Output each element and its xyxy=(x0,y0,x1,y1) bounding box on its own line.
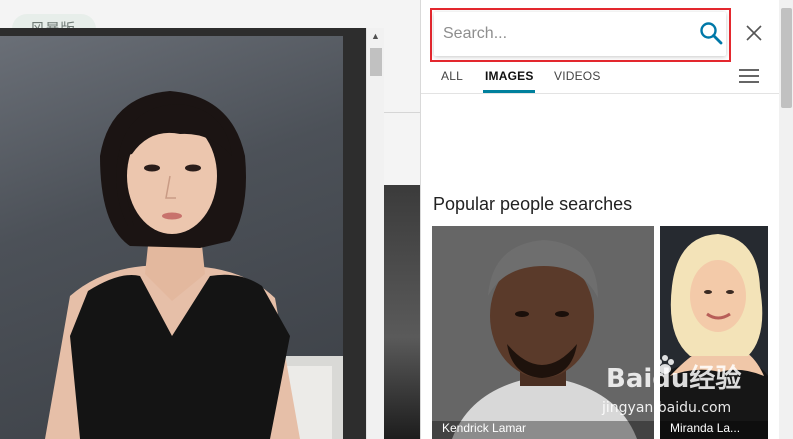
hamburger-menu-icon[interactable] xyxy=(739,69,761,85)
image-viewer xyxy=(0,28,366,439)
search-input[interactable] xyxy=(434,12,684,56)
search-icon[interactable] xyxy=(698,20,724,46)
viewer-scroll-thumb[interactable] xyxy=(370,48,382,76)
tab-bar: ALL IMAGES VIDEOS xyxy=(421,62,781,94)
person-name: Miranda La... xyxy=(670,421,741,435)
panel-scrollbar[interactable] xyxy=(779,0,793,439)
active-tab-indicator xyxy=(483,90,535,93)
background-image xyxy=(380,185,420,439)
tab-images[interactable]: IMAGES xyxy=(485,69,534,83)
tab-all[interactable]: ALL xyxy=(441,69,463,83)
panel-scroll-thumb[interactable] xyxy=(781,8,792,108)
scroll-up-arrow-icon[interactable]: ▲ xyxy=(367,28,384,45)
portrait-photo[interactable] xyxy=(0,36,343,439)
person-card[interactable]: Kendrick Lamar xyxy=(432,226,654,439)
search-panel: ALL IMAGES VIDEOS Popular people searche… xyxy=(420,0,793,439)
person-card[interactable]: Miranda La... xyxy=(660,226,768,439)
tab-videos[interactable]: VIDEOS xyxy=(554,69,601,83)
search-box xyxy=(434,12,726,56)
section-title: Popular people searches xyxy=(433,194,633,214)
person-name: Kendrick Lamar xyxy=(442,421,527,435)
viewer-scrollbar[interactable]: ▲ xyxy=(366,28,384,439)
close-icon[interactable] xyxy=(743,22,765,44)
